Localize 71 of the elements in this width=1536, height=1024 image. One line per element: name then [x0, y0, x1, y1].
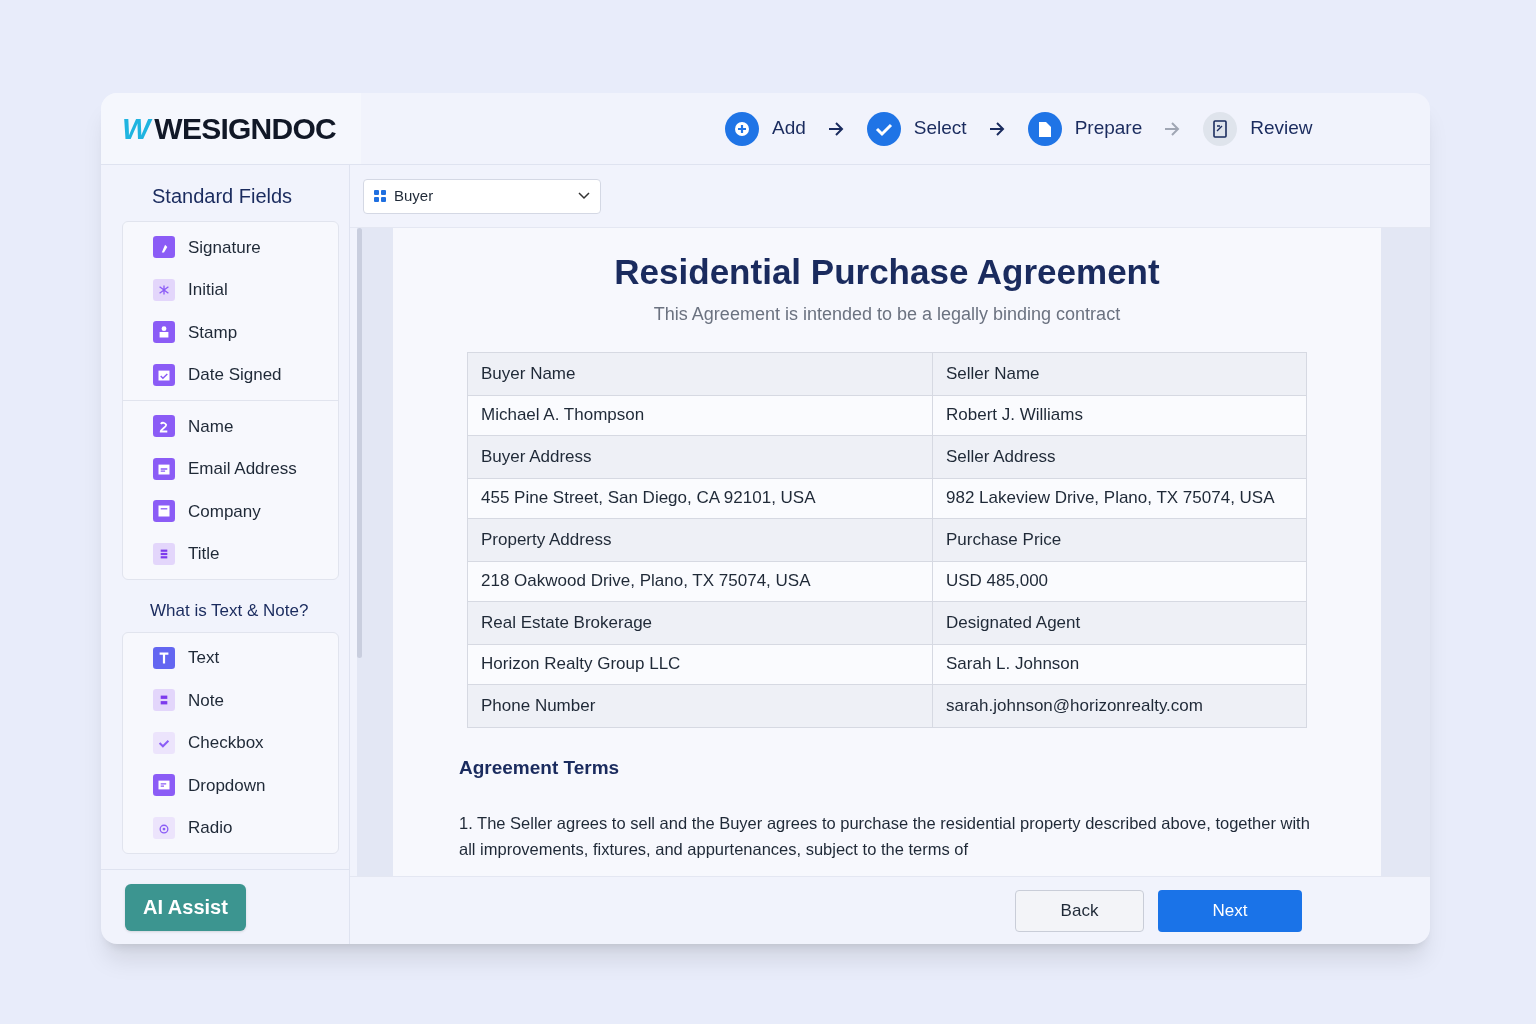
step-label[interactable]: Select: [913, 114, 967, 143]
table-cell: Sarah L. Johnson: [932, 644, 1307, 684]
select-step-icon[interactable]: [865, 110, 902, 147]
next-button[interactable]: Next: [1158, 889, 1302, 932]
field-item[interactable]: Note: [188, 687, 224, 713]
field-item[interactable]: Checkbox: [188, 730, 264, 756]
initial-field-icon: [153, 278, 175, 301]
section-title: What is Text & Note?: [149, 600, 310, 622]
prepare-step-icon[interactable]: [1026, 110, 1063, 147]
add-step-icon[interactable]: [724, 110, 760, 147]
table-cell: Robert J. Williams: [932, 395, 1307, 435]
arrow-right-icon: [827, 121, 844, 136]
dropdown-value: Buyer: [394, 185, 435, 206]
field-item[interactable]: Initial: [188, 277, 228, 303]
step-label[interactable]: Add: [772, 114, 806, 143]
scrollbar[interactable]: [357, 228, 362, 658]
field-item[interactable]: Radio: [188, 815, 233, 841]
stamp-field-icon: [153, 321, 175, 344]
field-item[interactable]: Dropdown: [188, 772, 266, 798]
table-cell: Phone Number: [467, 684, 933, 727]
field-item[interactable]: Text: [188, 645, 220, 671]
step-label[interactable]: Prepare: [1074, 114, 1143, 143]
table-cell: Designated Agent: [932, 601, 1307, 644]
ai-assist-button[interactable]: AI Assist: [125, 883, 246, 931]
table-cell: Property Address: [467, 518, 933, 561]
field-item[interactable]: Signature: [188, 234, 261, 260]
table-cell: Buyer Address: [467, 435, 933, 478]
field-item[interactable]: Stamp: [188, 319, 238, 345]
table-cell: Real Estate Brokerage: [467, 601, 933, 644]
table-cell: Michael A. Thompson: [467, 395, 933, 435]
arrow-right-icon: [988, 121, 1005, 136]
checkbox-field-icon: [153, 731, 175, 754]
step-label[interactable]: Review: [1250, 114, 1313, 143]
table-cell: sarah.johnson@horizonrealty.com: [932, 684, 1307, 727]
terms-paragraph: 1. The Seller agrees to sell and the Buyer agrees to purchase the residential property described above, together with all improvements, fixtures, and appurtenances, subject to the terms of: [459, 813, 1311, 860]
document-title: Residential Purchase Agreement: [614, 251, 1160, 293]
grid-icon: [374, 190, 386, 202]
field-item[interactable]: Company: [188, 498, 261, 524]
signature-field-icon: [153, 236, 175, 259]
chevron-down-icon: [578, 192, 590, 200]
field-item[interactable]: Name: [188, 413, 234, 439]
table-cell: Purchase Price: [932, 518, 1307, 561]
section-heading: Agreement Terms: [459, 755, 621, 780]
section-title: Standard Fields: [151, 184, 294, 209]
table-cell: Horizon Realty Group LLC: [467, 644, 933, 684]
company-field-icon: [153, 500, 175, 523]
dropdown-field-icon: [153, 774, 175, 797]
arrow-right-icon: [1164, 121, 1181, 136]
field-item[interactable]: Title: [188, 541, 220, 567]
note-field-icon: [153, 689, 175, 712]
table-cell: 455 Pine Street, San Diego, CA 92101, USA: [467, 478, 933, 518]
table-cell: Seller Address: [932, 435, 1307, 478]
logo-name: WESIGNDOC: [154, 111, 336, 147]
name-field-icon: [153, 415, 175, 438]
table-cell: 218 Oakwood Drive, Plano, TX 75074, USA: [467, 561, 933, 601]
table-cell: USD 485,000: [932, 561, 1307, 601]
email-field-icon: [153, 457, 175, 480]
table-cell: Seller Name: [932, 352, 1307, 395]
document-subtitle: This Agreement is intended to be a legally binding contract: [653, 302, 1121, 326]
table-cell: Buyer Name: [467, 352, 933, 395]
back-button[interactable]: Back: [1015, 889, 1144, 932]
radio-field-icon: [153, 816, 175, 839]
logo-mark: W: [122, 111, 151, 147]
text-field-icon: [153, 646, 175, 669]
recipient-dropdown[interactable]: Buyer: [363, 178, 601, 214]
field-item[interactable]: Date Signed: [188, 362, 282, 388]
date-field-icon: [153, 363, 175, 386]
review-step-icon[interactable]: [1202, 110, 1239, 147]
table-cell: 982 Lakeview Drive, Plano, TX 75074, USA: [932, 478, 1307, 518]
field-item[interactable]: Email Address: [188, 456, 297, 482]
title-field-icon: [153, 542, 175, 565]
